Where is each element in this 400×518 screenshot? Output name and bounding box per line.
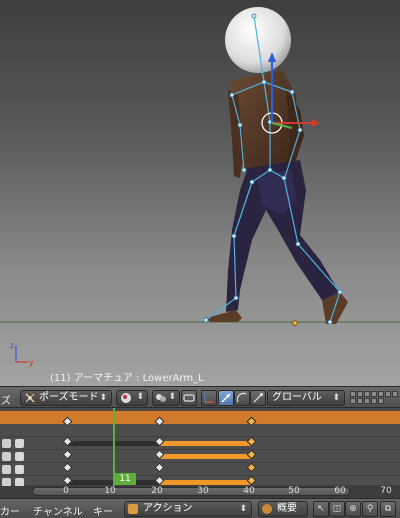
header-menu-label[interactable]: ズ — [1, 392, 11, 407]
frame-tick: 0 — [63, 486, 69, 496]
svg-text:y: y — [29, 358, 34, 367]
arrow-icon — [221, 393, 231, 403]
lock-icon[interactable] — [15, 452, 24, 461]
scale-icon — [253, 393, 263, 403]
mode-selector[interactable]: ポーズモード ⬍ — [20, 390, 112, 406]
layer-buttons[interactable] — [350, 391, 400, 405]
mode-label: ポーズモード — [39, 392, 99, 403]
channel-row[interactable] — [0, 463, 400, 476]
dropdown-arrow-icon: ⬍ — [168, 392, 176, 402]
lock-icon[interactable] — [15, 439, 24, 448]
select-only-button[interactable]: ↖ — [313, 501, 329, 517]
frame-tick: 10 — [104, 486, 116, 496]
dopesheet-editor[interactable]: 11 0 10 20 30 40 50 60 70 — [0, 408, 400, 498]
search-icon[interactable]: ⚲ — [362, 501, 378, 517]
summary-icon — [262, 504, 272, 514]
copy-icon[interactable]: ⧉ — [380, 501, 396, 517]
scale-manipulator-button[interactable] — [250, 390, 266, 406]
chain-icon — [183, 394, 195, 402]
viewport-shading-selector[interactable]: ⬍ — [116, 390, 148, 406]
summary-row[interactable] — [0, 411, 400, 424]
pose-mode-icon — [25, 393, 35, 403]
origin-dot — [292, 320, 298, 326]
translate-manipulator-button[interactable] — [218, 390, 234, 406]
summary-toggle-button[interactable]: 概要 — [258, 501, 308, 517]
pivot-icon — [156, 394, 166, 402]
view3d-header: ズ ポーズモード ⬍ ⬍ ⬍ グローバル ⬍ — [0, 386, 400, 408]
svg-text:z: z — [10, 341, 14, 350]
dropdown-arrow-icon: ⬍ — [332, 393, 340, 403]
manipulator-button[interactable] — [201, 390, 217, 406]
3d-viewport[interactable]: z y (11) アーマチュア : LowerArm_L — [0, 0, 400, 386]
dopesheet-header: カー チャンネル キー アクション ⬍ 概要 ↖ ◫ ⊕ ⚲ ⧉ — [0, 498, 400, 518]
filter-icon[interactable]: ⊕ — [345, 501, 361, 517]
rotate-manipulator-button[interactable] — [234, 390, 250, 406]
action-label: アクション — [143, 503, 193, 514]
lock-icon[interactable] — [15, 465, 24, 474]
active-object-status: (11) アーマチュア : LowerArm_L — [50, 373, 204, 384]
scene-canvas: z y — [0, 7, 400, 367]
shading-sphere-icon — [121, 393, 131, 403]
frame-tick: 60 — [334, 486, 346, 496]
action-icon — [128, 504, 138, 514]
frame-ruler[interactable]: 0 10 20 30 40 50 60 70 — [0, 486, 400, 498]
current-frame-label: 11 — [114, 473, 136, 485]
menu-key[interactable]: キー — [93, 503, 113, 518]
visibility-icon[interactable] — [2, 452, 11, 461]
frame-tick: 40 — [243, 486, 255, 496]
keyframe-hold — [160, 480, 252, 485]
mode-action-selector[interactable]: アクション ⬍ — [124, 501, 252, 517]
rotate-icon — [236, 392, 247, 403]
axes-icon — [204, 394, 213, 403]
visibility-icon[interactable] — [2, 439, 11, 448]
frame-tick: 20 — [151, 486, 163, 496]
summary-label: 概要 — [277, 503, 297, 514]
menu-marker[interactable]: カー — [0, 503, 20, 518]
dropdown-arrow-icon: ⬍ — [99, 393, 107, 403]
manipulator-toggle-button[interactable] — [181, 390, 197, 406]
keyframe-hold — [160, 441, 252, 446]
frame-tick: 50 — [288, 486, 300, 496]
axis-widget: z y — [10, 341, 34, 367]
dropdown-arrow-icon: ⬍ — [136, 392, 144, 402]
keyframe-hold — [160, 454, 252, 459]
frame-tick: 70 — [380, 486, 392, 496]
channel-row[interactable] — [0, 424, 400, 437]
orientation-label: グローバル — [272, 392, 322, 403]
frame-tick: 30 — [197, 486, 209, 496]
transform-orientation-selector[interactable]: グローバル ⬍ — [267, 390, 345, 406]
ghost-icon[interactable]: ◫ — [329, 501, 345, 517]
visibility-icon[interactable] — [2, 465, 11, 474]
menu-channel[interactable]: チャンネル — [33, 503, 83, 518]
dropdown-arrow-icon: ⬍ — [239, 504, 247, 514]
character-mesh — [206, 70, 348, 324]
pivot-point-selector[interactable]: ⬍ — [152, 390, 180, 406]
